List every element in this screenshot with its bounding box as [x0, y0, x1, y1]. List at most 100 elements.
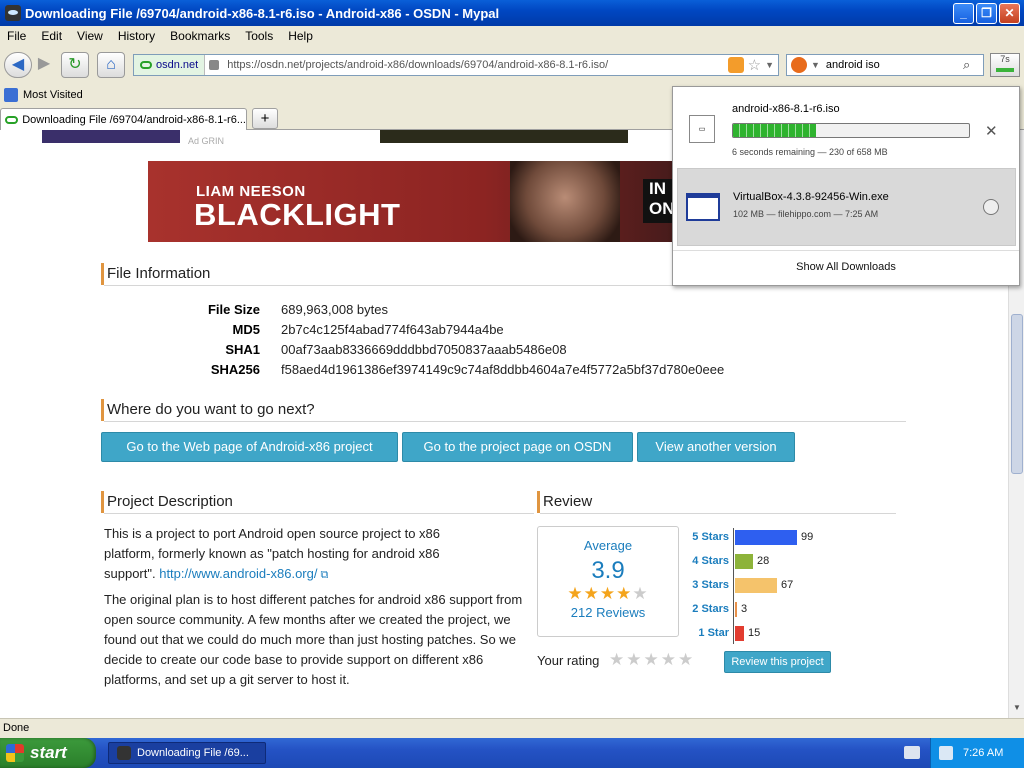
rating-bar-label[interactable]: 3 Stars	[687, 579, 729, 591]
project-description-paragraph-1: This is a project to port Android open s…	[104, 526, 441, 581]
network-icon[interactable]	[939, 746, 953, 760]
download-name: VirtualBox-4.3.8-92456-Win.exe	[733, 191, 889, 203]
search-icon[interactable]: ⌕	[963, 57, 983, 73]
where-next-heading: Where do you want to go next?	[101, 399, 315, 421]
clock[interactable]: 7:26 AM	[963, 747, 1003, 759]
average-value: 3.9	[591, 557, 625, 584]
mypal-app-icon	[117, 746, 131, 760]
status-text: Done	[3, 722, 30, 734]
taskbar-item-mypal[interactable]: Downloading File /69...	[108, 742, 266, 764]
scroll-down-icon[interactable]: ▼	[1010, 703, 1024, 717]
reviews-count-link[interactable]: 212 Reviews	[538, 605, 678, 620]
status-bar: Done	[0, 718, 1024, 738]
site-identity[interactable]: osdn.net	[134, 55, 206, 75]
ad-video-strip[interactable]	[380, 130, 628, 143]
forward-button[interactable]: ▶	[33, 52, 55, 78]
rating-bar	[735, 578, 777, 593]
most-visited-bookmark[interactable]: Most Visited	[23, 89, 83, 101]
address-bar[interactable]: osdn.net https://osdn.net/projects/andro…	[133, 54, 779, 76]
rss-feed-icon[interactable]	[727, 57, 744, 73]
download-status: 102 MB — filehippo.com — 7:25 AM	[733, 209, 879, 219]
browser-window: Downloading File /69704/android-x86-8.1-…	[0, 0, 1024, 768]
downloads-button[interactable]: 7s	[990, 53, 1020, 77]
rating-bar	[735, 626, 744, 641]
search-engine-icon[interactable]	[791, 57, 807, 73]
menu-history[interactable]: History	[118, 29, 155, 43]
keyboard-icon[interactable]	[904, 746, 920, 759]
cancel-download-icon[interactable]: ✕	[985, 122, 998, 140]
go-to-project-page-button[interactable]: Go to the project page on OSDN	[402, 432, 633, 462]
new-tab-button[interactable]: +	[252, 108, 278, 129]
star-icon: ★	[583, 584, 600, 603]
reload-button[interactable]: ↻	[61, 52, 89, 78]
tab-downloading-file[interactable]: Downloading File /69704/android-x86-8.1-…	[0, 108, 247, 130]
home-button[interactable]: ⌂	[97, 52, 125, 78]
external-link-icon: ⧉	[317, 569, 329, 581]
rating-bar-label[interactable]: 5 Stars	[687, 531, 729, 543]
star-empty-icon[interactable]: ★	[678, 650, 695, 669]
minimize-button[interactable]: _	[953, 2, 974, 24]
star-empty-icon[interactable]: ★	[661, 650, 678, 669]
plus-icon: +	[260, 110, 270, 127]
rating-bar-count: 15	[748, 627, 761, 639]
url-text[interactable]: https://osdn.net/projects/android-x86/do…	[223, 59, 727, 71]
divider	[540, 513, 896, 514]
star-icon: ★	[567, 584, 584, 603]
menu-help[interactable]: Help	[288, 29, 313, 43]
sha256-label: SHA256	[210, 362, 260, 377]
ad-thumbnail-strip[interactable]	[42, 130, 180, 143]
rating-bar	[735, 602, 737, 617]
menu-edit[interactable]: Edit	[41, 29, 62, 43]
rating-bar-label[interactable]: 4 Stars	[687, 555, 729, 567]
menu-bookmarks[interactable]: Bookmarks	[170, 29, 230, 43]
open-folder-icon[interactable]	[983, 199, 999, 215]
close-button[interactable]: ✕	[999, 2, 1020, 24]
rating-bar-label[interactable]: 1 Star	[687, 627, 729, 639]
divider	[104, 421, 906, 422]
engine-dropdown-icon[interactable]: ▼	[811, 60, 820, 70]
star-empty-icon: ★	[632, 584, 649, 603]
project-homepage-link[interactable]: http://www.android-x86.org/	[159, 566, 317, 581]
url-dropdown-icon[interactable]: ▼	[765, 60, 774, 70]
menu-file[interactable]: File	[7, 29, 26, 43]
your-rating-stars[interactable]: ★★★★★	[609, 650, 695, 670]
maximize-button[interactable]: ❐	[976, 2, 997, 24]
sha256-value: f58aed4d1961386ef3974149c9c74af8ddbb4604…	[281, 362, 725, 377]
project-description-paragraph-2: The original plan is to host different p…	[104, 592, 523, 687]
menu-view[interactable]: View	[77, 29, 103, 43]
windows-logo-icon	[6, 744, 24, 762]
download-progress-bar	[732, 123, 970, 138]
iso-file-icon: ▭	[689, 115, 715, 143]
rating-bar-count: 67	[781, 579, 794, 591]
divider	[104, 513, 534, 514]
menu-tools[interactable]: Tools	[245, 29, 273, 43]
rating-bar-label[interactable]: 2 Stars	[687, 603, 729, 615]
scroll-thumb[interactable]	[1011, 314, 1023, 474]
system-tray: 7:26 AM	[930, 738, 1024, 768]
most-visited-icon	[4, 88, 18, 102]
forward-arrow-icon: ▶	[37, 55, 51, 72]
download-progress-fill	[733, 124, 816, 137]
review-this-project-button[interactable]: Review this project	[724, 651, 831, 673]
file-size-label: File Size	[207, 302, 260, 317]
go-to-web-page-button[interactable]: Go to the Web page of Android-x86 projec…	[101, 432, 398, 462]
taskbar: start Downloading File /69... 7:26 AM	[0, 738, 1024, 768]
home-icon: ⌂	[106, 56, 116, 73]
star-empty-icon[interactable]: ★	[644, 650, 661, 669]
download-item-virtualbox[interactable]: VirtualBox-4.3.8-92456-Win.exe 102 MB — …	[677, 168, 1016, 246]
download-item-android-iso[interactable]: ▭ android-x86-8.1-r6.iso 6 seconds remai…	[677, 91, 1016, 169]
start-button[interactable]: start	[0, 738, 96, 768]
bookmark-star-icon[interactable]: ☆	[748, 56, 761, 74]
view-another-version-button[interactable]: View another version	[637, 432, 795, 462]
osdn-favicon-icon	[5, 115, 19, 124]
search-input[interactable]: android iso	[826, 59, 963, 71]
downloads-panel: ▭ android-x86-8.1-r6.iso 6 seconds remai…	[672, 86, 1020, 286]
ad-banner-blacklight[interactable]: LIAM NEESON BLACKLIGHT IN ON	[148, 161, 708, 242]
star-empty-icon[interactable]: ★	[626, 650, 643, 669]
back-button[interactable]: ◀	[4, 52, 32, 78]
star-icon: ★	[616, 584, 633, 603]
search-bar[interactable]: ▼ android iso ⌕	[786, 54, 984, 76]
show-all-downloads-link[interactable]: Show All Downloads	[673, 261, 1019, 273]
star-empty-icon[interactable]: ★	[609, 650, 626, 669]
rating-bar-count: 3	[741, 603, 748, 615]
